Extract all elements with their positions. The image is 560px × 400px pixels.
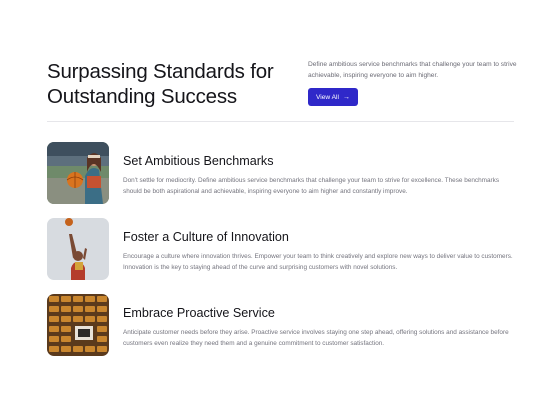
feature-item: Set Ambitious Benchmarks Don't settle fo… xyxy=(47,142,514,204)
feature-description: Anticipate customer needs before they ar… xyxy=(123,329,509,347)
feature-title: Embrace Proactive Service xyxy=(123,306,275,320)
stadium-seats-image xyxy=(47,294,109,356)
feature-title: Set Ambitious Benchmarks xyxy=(123,154,274,168)
hero-description: Define ambitious service benchmarks that… xyxy=(308,61,517,79)
view-all-label: View All xyxy=(316,93,339,101)
feature-item: Embrace Proactive Service Anticipate cus… xyxy=(47,294,514,356)
page: Surpassing Standards for Outstanding Suc… xyxy=(0,0,560,400)
feature-description: Encourage a culture where innovation thr… xyxy=(123,253,513,271)
feature-title: Foster a Culture of Innovation xyxy=(123,230,289,244)
view-all-button[interactable]: View All → xyxy=(308,88,358,106)
feature-item: Foster a Culture of Innovation Encourage… xyxy=(47,218,514,280)
basketball-player-image xyxy=(47,142,109,204)
arrow-right-icon: → xyxy=(342,93,350,101)
feature-description: Don't settle for mediocrity. Define ambi… xyxy=(123,177,500,195)
page-title: Surpassing Standards for Outstanding Suc… xyxy=(47,60,274,108)
player-shooting-image xyxy=(47,218,109,280)
divider xyxy=(47,121,514,122)
